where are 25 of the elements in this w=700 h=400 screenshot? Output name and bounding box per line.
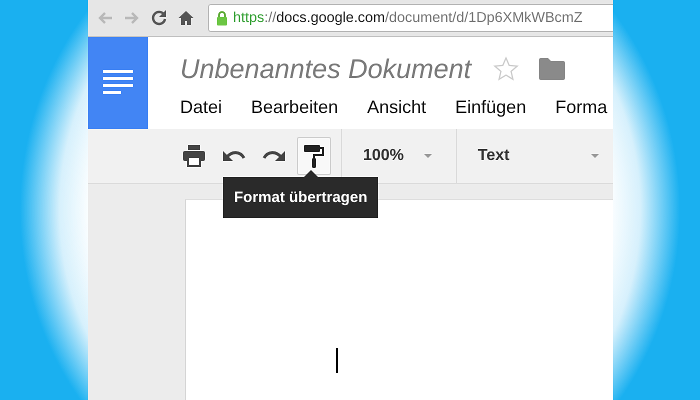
menu-item[interactable]: Datei: [180, 97, 222, 118]
undo-icon: [222, 150, 246, 162]
caret-icon: [591, 154, 599, 158]
paint-roller-button[interactable]: [297, 137, 331, 175]
star-icon[interactable]: [493, 56, 520, 82]
reload-button[interactable]: [150, 9, 168, 27]
menu-item[interactable]: Ansicht: [367, 97, 426, 118]
caret-icon: [424, 154, 432, 158]
style-dropdown[interactable]: Text: [456, 137, 613, 175]
url-text: https://docs.google.com/document/d/1Dp6XMkWBcmZ: [233, 10, 583, 26]
document-lines-icon: [103, 70, 133, 96]
address-bar[interactable]: https://docs.google.com/document/d/1Dp6XMkWBcmZ: [208, 4, 613, 32]
menu-item[interactable]: Einfügen: [455, 97, 526, 118]
tooltip: Format übertragen: [223, 170, 378, 218]
text-cursor: [336, 348, 338, 373]
folder-icon[interactable]: [539, 58, 566, 80]
paint-roller-icon: [302, 144, 326, 168]
home-button[interactable]: [177, 9, 195, 27]
menu-item[interactable]: Bearbeiten: [251, 97, 338, 118]
menu-item[interactable]: Forma: [555, 97, 608, 118]
print-icon: [182, 144, 206, 168]
lock-icon: [216, 10, 228, 26]
redo-icon: [262, 150, 286, 162]
document-title[interactable]: Unbenanntes Dokument: [180, 54, 472, 84]
docs-logo[interactable]: [88, 37, 148, 129]
